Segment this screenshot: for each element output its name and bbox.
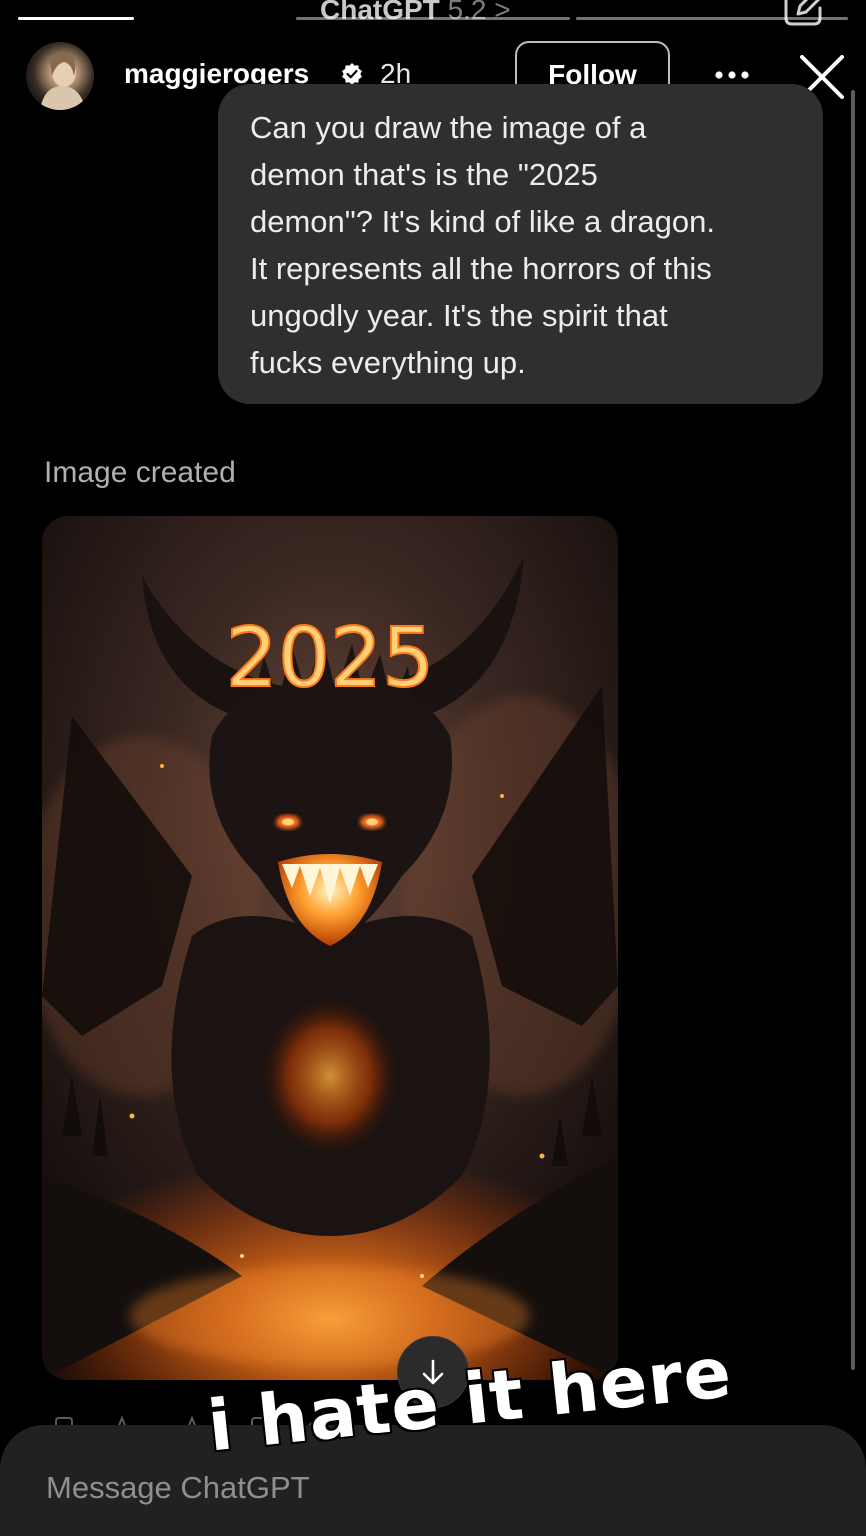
compose-icon[interactable] <box>780 0 824 28</box>
avatar-image <box>40 52 86 110</box>
message-input-placeholder[interactable]: Message ChatGPT <box>46 1470 310 1506</box>
story-progress-bar-2 <box>296 17 570 20</box>
user-message-bubble: Can you draw the image of a demon that's… <box>218 84 823 404</box>
scrollbar[interactable] <box>851 90 855 1370</box>
demon-illustration: 2025 <box>42 516 618 1380</box>
chatgpt-title-text: ChatGPT <box>320 0 440 25</box>
story-progress-fill <box>18 17 134 20</box>
chevron-right-icon: > <box>494 0 511 25</box>
verified-badge-icon <box>342 63 362 85</box>
avatar[interactable] <box>26 42 94 110</box>
chatgpt-header: ChatGPT 5.2 > <box>0 0 866 30</box>
image-year-text: 2025 <box>226 611 435 706</box>
story-progress-bar-3 <box>576 17 848 20</box>
story-progress-bar-1 <box>18 17 134 20</box>
chatgpt-version: 5.2 <box>447 0 487 25</box>
image-created-status: Image created <box>44 456 236 489</box>
generated-image[interactable]: 2025 <box>42 516 618 1380</box>
chatgpt-model-title[interactable]: ChatGPT 5.2 > <box>320 0 511 26</box>
